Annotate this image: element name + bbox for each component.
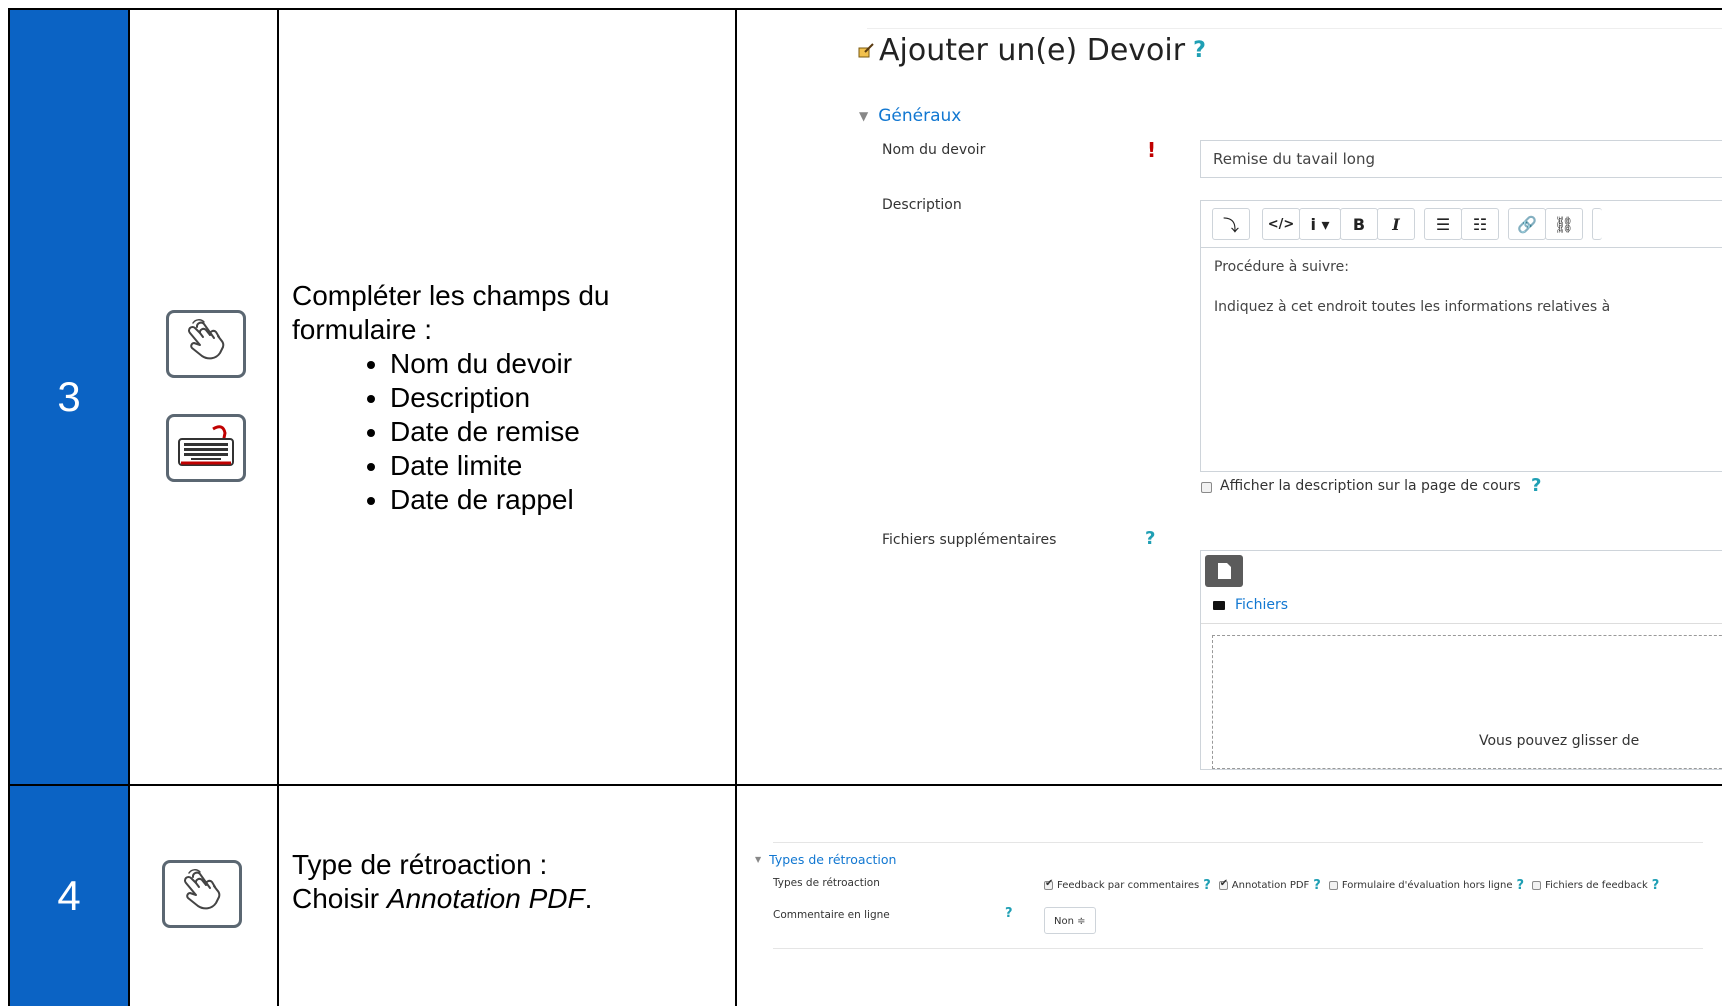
- list-item: Date limite: [390, 449, 722, 483]
- hand-click-icon: [162, 860, 242, 928]
- feedback-screenshot: ▼ Types de rétroaction Types de rétroact…: [737, 786, 1722, 1006]
- toolbar-overflow: [1592, 208, 1602, 240]
- unlink-button[interactable]: ⛓: [1545, 208, 1583, 240]
- instruction-emphasis: Annotation PDF: [386, 883, 585, 914]
- input-value: Remise du tavail long: [1213, 150, 1375, 168]
- hand-click-icon: [166, 310, 246, 378]
- field-label: Fichiers supplémentaires: [882, 532, 1057, 548]
- field-label: Nom du devoir: [882, 142, 986, 158]
- instruction-text: Type de rétroaction : Choisir Annotation…: [292, 848, 722, 916]
- help-icon[interactable]: ?: [1145, 528, 1155, 549]
- help-icon[interactable]: ?: [1531, 475, 1541, 496]
- help-icon[interactable]: ?: [1517, 878, 1525, 893]
- inline-comment-select[interactable]: Non ≑: [1044, 907, 1096, 934]
- instruction-line: Choisir Annotation PDF.: [292, 882, 722, 916]
- section-feedback-types[interactable]: ▼ Types de rétroaction: [755, 852, 896, 867]
- help-icon[interactable]: ?: [1652, 878, 1660, 893]
- html-button[interactable]: </>: [1262, 208, 1300, 240]
- feedback-files-checkbox[interactable]: [1532, 881, 1542, 890]
- toolbar-toggle-button[interactable]: ⤵: [1212, 208, 1250, 240]
- checkbox-label: Fichiers de feedback: [1545, 880, 1648, 891]
- table-border: [8, 8, 10, 1006]
- divider: [867, 28, 1722, 29]
- annotation-pdf-checkbox[interactable]: [1218, 878, 1228, 890]
- divider: [773, 948, 1703, 949]
- assignment-icon: [857, 42, 875, 60]
- checkbox-label: Formulaire d'évaluation hors ligne: [1341, 880, 1513, 891]
- add-file-button[interactable]: [1205, 555, 1243, 587]
- style-dropdown-button[interactable]: i ▾: [1299, 208, 1341, 240]
- divider: [773, 842, 1703, 843]
- instruction-table: 3 4 Compléter les champs du formulaire:…: [0, 0, 1722, 1006]
- folder-link: Fichiers: [1235, 597, 1289, 613]
- checkbox-label: Annotation PDF: [1231, 880, 1310, 891]
- step-number-cell: 4: [10, 786, 128, 1006]
- field-label: Types de rétroaction: [773, 877, 880, 889]
- section-title: Généraux: [878, 106, 962, 126]
- help-icon[interactable]: ?: [1313, 878, 1321, 893]
- list-item: Date de rappel: [390, 483, 722, 517]
- step-number: 3: [57, 373, 81, 420]
- page-title: Ajouter un(e) Devoir: [879, 33, 1186, 68]
- description-editor[interactable]: ⤵ </> i ▾ B I ☰ ☷ 🔗 ⛓ Procédure à suivre…: [1200, 200, 1722, 472]
- help-icon[interactable]: ?: [1203, 878, 1211, 893]
- file-icon: [1218, 563, 1231, 579]
- keyboard-icon: [166, 414, 246, 482]
- list-item: Date de remise: [390, 415, 722, 449]
- instruction-title: Compléter les champs du formulaire :: [292, 280, 610, 345]
- divider: [1201, 623, 1722, 624]
- file-manager: Fichiers Vous pouvez glisser de: [1200, 550, 1722, 770]
- bold-button[interactable]: B: [1340, 208, 1378, 240]
- required-icon: !: [1147, 138, 1157, 162]
- assignment-name-input[interactable]: Remise du tavail long: [1200, 140, 1722, 178]
- dropzone-text: Vous pouvez glisser de: [1479, 733, 1640, 749]
- instruction-text: Compléter les champs du formulaire : Nom…: [292, 279, 722, 517]
- list-item: Description: [390, 381, 722, 415]
- offline-grading-checkbox[interactable]: [1328, 881, 1338, 890]
- field-label: Commentaire en ligne: [773, 909, 890, 921]
- ordered-list-button[interactable]: ☷: [1461, 208, 1499, 240]
- section-generaux[interactable]: ▼ Généraux: [859, 106, 961, 126]
- feedback-comments-checkbox[interactable]: [1044, 878, 1053, 890]
- field-label: Description: [882, 197, 962, 213]
- table-border: [128, 8, 130, 1006]
- feedback-options: Feedback par commentaires ? Annotation P…: [1044, 878, 1659, 893]
- step-number: 4: [57, 872, 81, 919]
- instruction-suffix: .: [584, 883, 593, 914]
- step-number-cell: 3: [10, 10, 128, 784]
- editor-line: Indiquez à cet endroit toutes les inform…: [1214, 299, 1611, 315]
- link-button[interactable]: 🔗: [1508, 208, 1546, 240]
- page-header: Ajouter un(e) Devoir ?: [857, 33, 1206, 68]
- show-description-checkbox[interactable]: [1201, 482, 1212, 493]
- form-screenshot: Ajouter un(e) Devoir ? ▼ Généraux Nom du…: [737, 10, 1722, 784]
- collapse-caret-icon: ▼: [859, 109, 869, 123]
- instruction-list: Nom du devoir Description Date de remise…: [292, 347, 722, 517]
- file-dropzone[interactable]: Vous pouvez glisser de: [1212, 635, 1722, 769]
- select-value: Non ≑: [1054, 916, 1086, 927]
- instruction-line: Type de rétroaction :: [292, 849, 548, 880]
- instruction-prefix: Choisir: [292, 883, 387, 914]
- italic-button[interactable]: I: [1377, 208, 1415, 240]
- table-border: [277, 8, 279, 1006]
- unordered-list-button[interactable]: ☰: [1424, 208, 1462, 240]
- help-icon[interactable]: ?: [1193, 38, 1206, 63]
- collapse-caret-icon: ▼: [755, 855, 762, 864]
- folder-path[interactable]: Fichiers: [1213, 597, 1288, 613]
- folder-icon: [1213, 600, 1225, 610]
- help-icon[interactable]: ?: [1005, 906, 1013, 921]
- list-item: Nom du devoir: [390, 347, 722, 381]
- checkbox-label: Feedback par commentaires: [1057, 880, 1200, 891]
- editor-line: Procédure à suivre:: [1214, 259, 1349, 275]
- checkbox-label: Afficher la description sur la page de c…: [1220, 478, 1521, 494]
- section-title: Types de rétroaction: [769, 852, 897, 867]
